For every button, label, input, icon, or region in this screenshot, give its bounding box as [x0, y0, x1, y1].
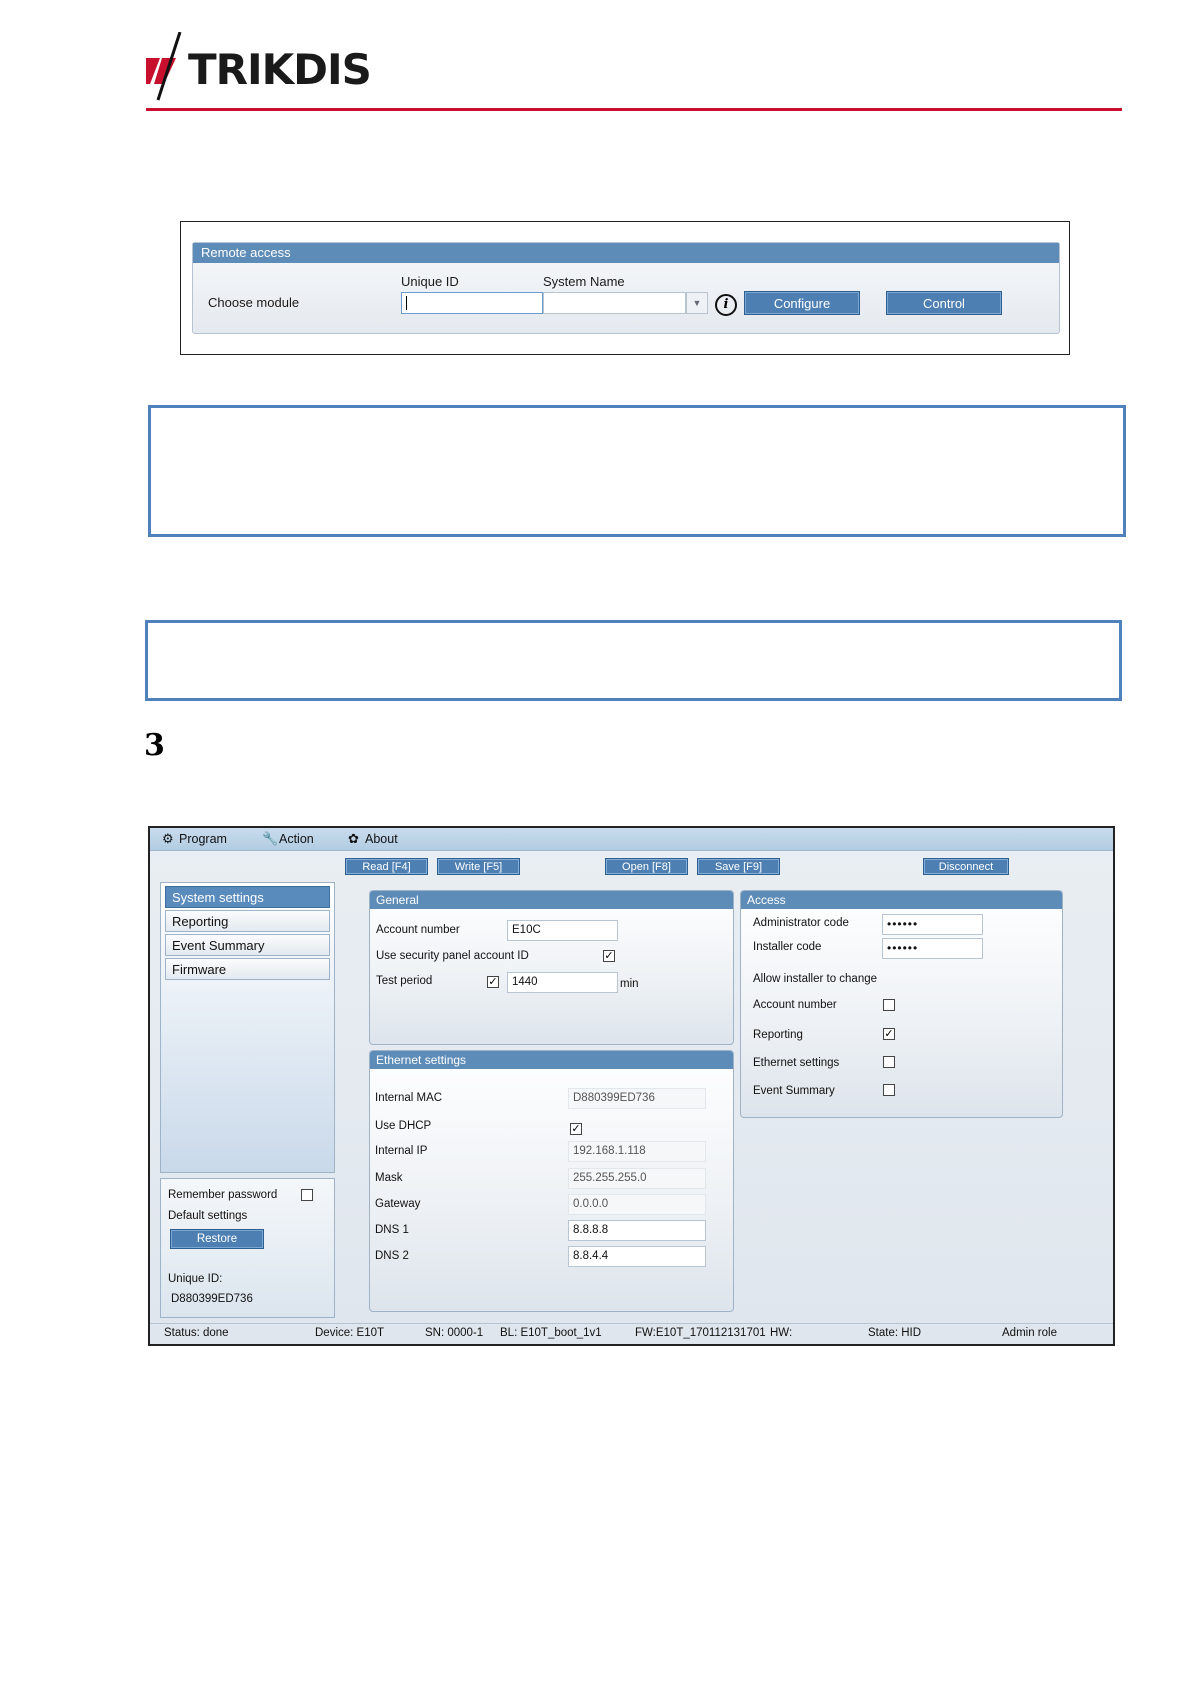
mask-field: 255.255.255.0 [568, 1168, 706, 1189]
menu-about[interactable]: ✿ About [348, 831, 398, 847]
general-group: General Account number E10C Use security… [369, 890, 734, 1045]
admin-code-input[interactable]: •••••• [882, 914, 983, 935]
hw-text: HW: [770, 1327, 793, 1339]
test-period-input[interactable]: 1440 [507, 972, 618, 993]
allow-event-summary-checkbox[interactable] [883, 1084, 895, 1096]
side-options: Remember password Default settings Resto… [160, 1178, 335, 1318]
nav-system-settings[interactable]: System settings [165, 886, 330, 908]
dns1-input[interactable]: 8.8.8.8 [568, 1220, 706, 1241]
dns2-label: DNS 2 [375, 1250, 409, 1262]
use-dhcp-label: Use DHCP [375, 1120, 432, 1132]
test-period-checkbox[interactable]: ✓ [487, 976, 499, 988]
sn-text: SN: 0000-1 [425, 1327, 484, 1339]
restore-button[interactable]: Restore [170, 1229, 264, 1249]
menu-action-label: Action [279, 832, 314, 846]
unique-id-label: Unique ID [401, 274, 459, 289]
internal-mac-field: D880399ED736 [568, 1088, 706, 1109]
access-title: Access [741, 891, 1062, 909]
trikdis-logo: TRIKDIS [146, 32, 406, 104]
text-caret [406, 296, 407, 310]
remember-password-checkbox[interactable] [301, 1189, 313, 1201]
state-text: State: HID [868, 1327, 922, 1339]
note-box [148, 405, 1126, 537]
about-icon: ✿ [348, 831, 359, 846]
ethernet-group: Ethernet settings Internal MAC D880399ED… [369, 1050, 734, 1312]
admin-code-label: Administrator code [753, 917, 849, 929]
bl-text: BL: E10T_boot_1v1 [500, 1327, 602, 1339]
use-panel-id-label: Use security panel account ID [376, 950, 529, 962]
allow-ethernet-label: Ethernet settings [753, 1057, 840, 1069]
role-text: Admin role [1002, 1327, 1057, 1339]
menu-action[interactable]: 🔧Action [262, 831, 314, 847]
use-panel-id-checkbox[interactable]: ✓ [603, 950, 615, 962]
menu-about-label: About [365, 832, 398, 846]
gear-icon: ⚙ [162, 831, 174, 846]
device-text: Device: E10T [315, 1327, 385, 1339]
internal-mac-label: Internal MAC [375, 1092, 443, 1104]
menu-bar: ⚙ Program 🔧Action ✿ About [150, 828, 1113, 851]
info-icon[interactable]: i [715, 294, 737, 316]
allow-installer-label: Allow installer to change [753, 973, 878, 985]
disconnect-button[interactable]: Disconnect [923, 858, 1009, 875]
allow-account-number-label: Account number [753, 999, 837, 1011]
menu-program-label: Program [179, 832, 227, 846]
header-rule [146, 108, 1122, 111]
nav-reporting[interactable]: Reporting [165, 910, 330, 932]
logo-text: TRIKDIS [188, 45, 372, 94]
unique-id-input[interactable] [401, 292, 543, 314]
gateway-label: Gateway [375, 1198, 421, 1210]
configurator-window: ⚙ Program 🔧Action ✿ About Read [F4] Write … [148, 826, 1115, 1346]
menu-program[interactable]: ⚙ Program [162, 831, 227, 847]
allow-reporting-checkbox[interactable]: ✓ [883, 1028, 895, 1040]
account-number-input[interactable]: E10C [507, 920, 618, 941]
chevron-down-icon[interactable]: ▼ [686, 292, 708, 314]
unique-id-caption: Unique ID: [168, 1273, 223, 1285]
status-bar: Status: done Device: E10T SN: 0000-1 BL:… [150, 1323, 1113, 1344]
nav-firmware[interactable]: Firmware [165, 958, 330, 980]
status-text: Status: done [164, 1327, 229, 1339]
installer-code-label: Installer code [753, 941, 822, 953]
test-period-unit: min [620, 978, 639, 990]
settings-nav: System settings Reporting Event Summary … [160, 882, 335, 1173]
read-button[interactable]: Read [F4] [345, 858, 428, 875]
wrench-icon: 🔧 [262, 831, 279, 846]
remember-password-label: Remember password [168, 1189, 278, 1201]
note-box [145, 620, 1122, 701]
ethernet-title: Ethernet settings [370, 1051, 733, 1069]
allow-reporting-label: Reporting [753, 1029, 803, 1041]
remote-access-screenshot: Remote access Unique ID System Name Choo… [180, 221, 1070, 355]
system-name-label: System Name [543, 274, 625, 289]
nav-event-summary[interactable]: Event Summary [165, 934, 330, 956]
section-number: 3 [144, 728, 165, 763]
system-name-input[interactable] [543, 292, 686, 314]
fw-text: FW:E10T_170112131701 [635, 1327, 766, 1339]
general-title: General [370, 891, 733, 909]
configure-button[interactable]: Configure [744, 291, 860, 315]
dns1-label: DNS 1 [375, 1224, 409, 1236]
gateway-field: 0.0.0.0 [568, 1194, 706, 1215]
trikdis-logo-mark [146, 32, 182, 101]
control-button[interactable]: Control [886, 291, 1002, 315]
dns2-input[interactable]: 8.8.4.4 [568, 1246, 706, 1267]
remote-access-panel: Remote access Unique ID System Name Choo… [192, 242, 1060, 334]
save-button[interactable]: Save [F9] [697, 858, 780, 875]
test-period-label: Test period [376, 975, 433, 987]
write-button[interactable]: Write [F5] [437, 858, 520, 875]
open-button[interactable]: Open [F8] [605, 858, 688, 875]
allow-event-summary-label: Event Summary [753, 1085, 835, 1097]
internal-ip-label: Internal IP [375, 1145, 428, 1157]
internal-ip-field: 192.168.1.118 [568, 1141, 706, 1162]
installer-code-input[interactable]: •••••• [882, 938, 983, 959]
default-settings-label: Default settings [168, 1210, 248, 1222]
account-number-label: Account number [376, 924, 460, 936]
allow-ethernet-checkbox[interactable] [883, 1056, 895, 1068]
access-group: Access Administrator code •••••• Install… [740, 890, 1063, 1118]
use-dhcp-checkbox[interactable]: ✓ [570, 1123, 582, 1135]
mask-label: Mask [375, 1172, 403, 1184]
allow-account-number-checkbox[interactable] [883, 999, 895, 1011]
choose-module-label: Choose module [208, 295, 300, 310]
unique-id-value: D880399ED736 [171, 1293, 253, 1305]
remote-access-title: Remote access [193, 243, 1059, 263]
